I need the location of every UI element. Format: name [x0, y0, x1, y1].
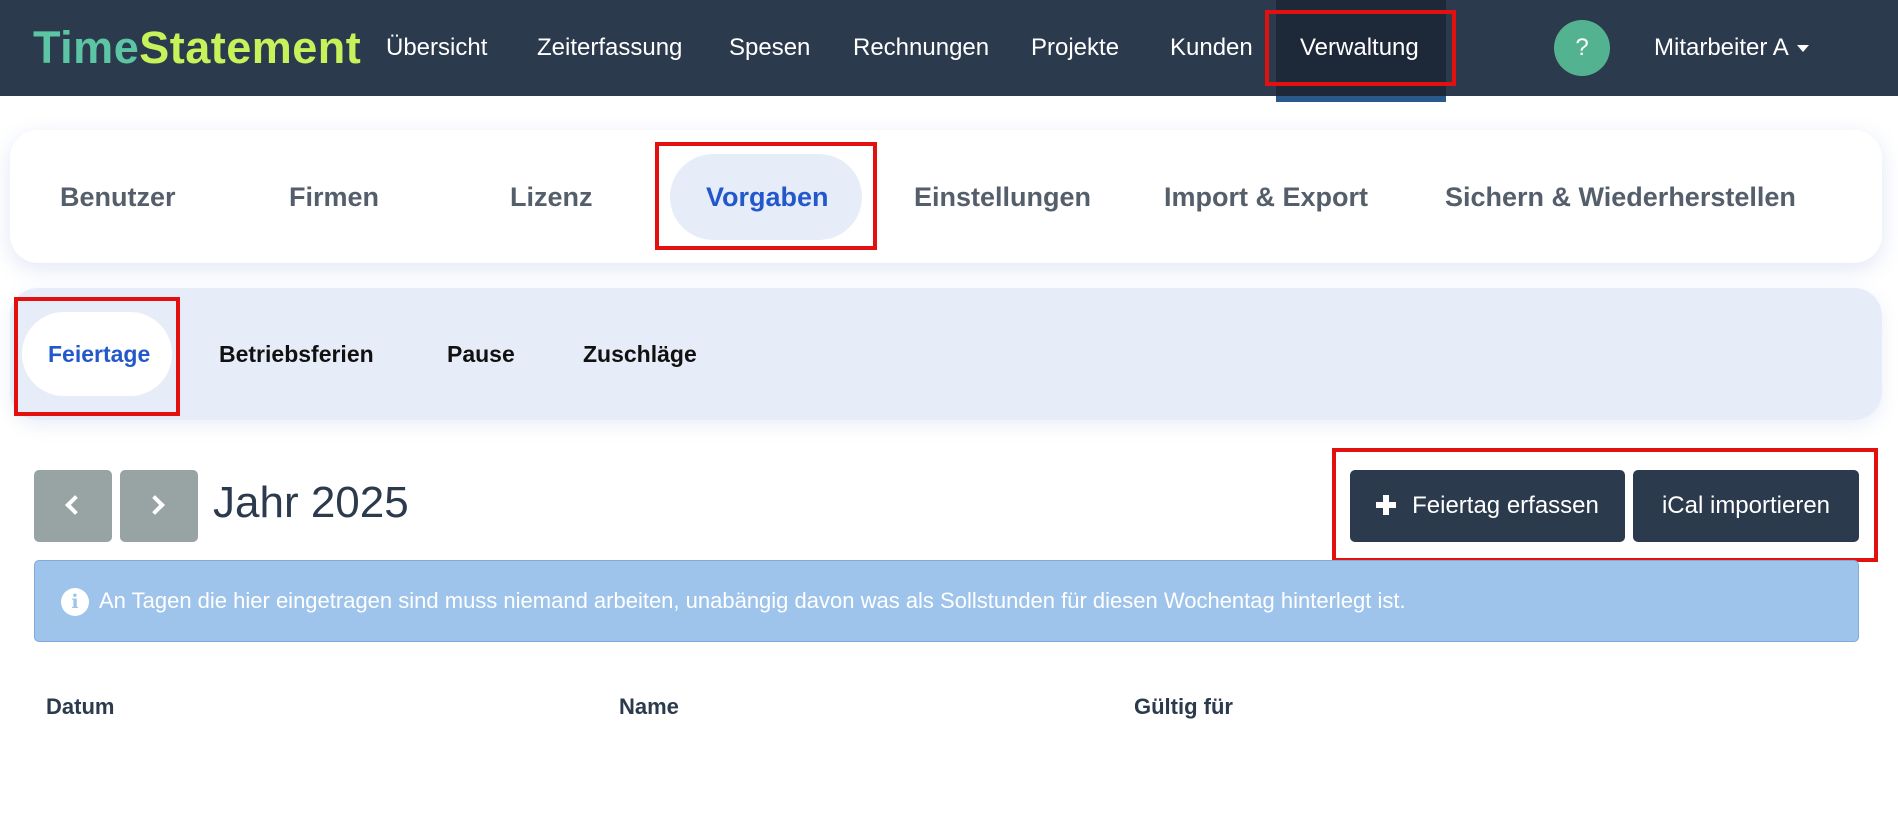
nav-item-verwaltung[interactable]: Verwaltung — [1276, 0, 1446, 102]
tab-import-export[interactable]: Import & Export — [1164, 154, 1368, 240]
tab-firmen[interactable]: Firmen — [289, 154, 379, 240]
tab-sichern-wiederherstellen[interactable]: Sichern & Wiederherstellen — [1445, 154, 1796, 240]
brand-time: Time — [33, 22, 140, 73]
subtab-pause[interactable]: Pause — [447, 312, 515, 396]
nav-item-uebersicht[interactable]: Übersicht — [386, 0, 487, 96]
chevron-right-icon — [145, 495, 165, 515]
info-circle-icon: i — [61, 588, 89, 616]
admin-tab-bar: Benutzer Firmen Lizenz Vorgaben Einstell… — [10, 130, 1882, 263]
brand-logo[interactable]: TimeStatement — [33, 22, 361, 74]
chevron-left-icon — [65, 495, 85, 515]
add-holiday-label: Feiertag erfassen — [1412, 492, 1599, 519]
column-header-datum[interactable]: Datum — [46, 694, 114, 720]
brand-statement: Statement — [139, 22, 362, 73]
nav-item-projekte[interactable]: Projekte — [1031, 0, 1119, 96]
info-alert-text: An Tagen die hier eingetragen sind muss … — [99, 588, 1406, 613]
tab-benutzer[interactable]: Benutzer — [60, 154, 176, 240]
column-header-name[interactable]: Name — [619, 694, 679, 720]
add-holiday-button[interactable]: Feiertag erfassen — [1350, 470, 1625, 542]
nav-item-kunden[interactable]: Kunden — [1170, 0, 1253, 96]
subtab-betriebsferien[interactable]: Betriebsferien — [219, 312, 374, 396]
top-navbar: TimeStatement Übersicht Zeiterfassung Sp… — [0, 0, 1898, 102]
nav-item-spesen[interactable]: Spesen — [729, 0, 810, 96]
nav-item-rechnungen[interactable]: Rechnungen — [853, 0, 989, 96]
prev-year-button[interactable] — [34, 470, 112, 542]
tab-vorgaben[interactable]: Vorgaben — [670, 154, 862, 240]
plus-icon — [1376, 495, 1397, 515]
subtab-zuschlaege[interactable]: Zuschläge — [583, 312, 697, 396]
nav-item-zeiterfassung[interactable]: Zeiterfassung — [537, 0, 682, 96]
user-menu[interactable]: Mitarbeiter A — [1654, 0, 1809, 96]
import-ical-button[interactable]: iCal importieren — [1633, 470, 1859, 542]
year-label: Jahr 2025 — [213, 478, 409, 527]
info-alert: i An Tagen die hier eingetragen sind mus… — [34, 560, 1859, 642]
tab-lizenz[interactable]: Lizenz — [510, 154, 593, 240]
subtab-feiertage[interactable]: Feiertage — [22, 312, 172, 396]
help-button[interactable]: ? — [1554, 20, 1610, 76]
tab-einstellungen[interactable]: Einstellungen — [914, 154, 1091, 240]
caret-down-icon — [1796, 45, 1809, 53]
sub-tab-bar: Feiertage Betriebsferien Pause Zuschläge — [10, 288, 1882, 420]
column-header-gueltig-fuer[interactable]: Gültig für — [1134, 694, 1233, 720]
next-year-button[interactable] — [120, 470, 198, 542]
user-name: Mitarbeiter A — [1654, 34, 1789, 61]
